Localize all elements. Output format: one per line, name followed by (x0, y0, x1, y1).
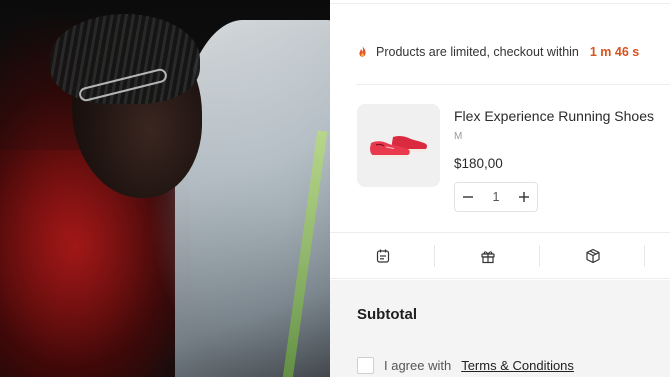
product-variant: M (454, 131, 463, 142)
increase-quantity-button[interactable] (511, 183, 537, 211)
product-price: $180,00 (454, 156, 503, 171)
subtotal-label: Subtotal (357, 306, 417, 323)
notice-text: Products are limited, checkout within (376, 45, 579, 59)
fire-icon (359, 45, 366, 57)
countdown-timer: 1 m 46 s (589, 45, 640, 59)
plus-icon (518, 192, 529, 202)
divider (356, 84, 670, 85)
shipping-estimate-button[interactable] (540, 233, 645, 278)
cart-tools-bar (330, 232, 670, 279)
note-icon (376, 249, 389, 263)
agree-text: I agree with (384, 358, 452, 373)
divider (644, 245, 645, 267)
decrease-quantity-button[interactable] (455, 183, 481, 211)
product-name[interactable]: Flex Experience Running Shoes (454, 108, 654, 124)
terms-agreement: I agree with Terms & Conditions (357, 357, 574, 374)
box-icon (585, 248, 600, 263)
terms-link[interactable]: Terms & Conditions (461, 358, 574, 373)
add-note-button[interactable] (330, 233, 435, 278)
product-thumbnail[interactable] (357, 104, 440, 187)
quantity-value[interactable]: 1 (493, 190, 500, 204)
add-gift-wrap-button[interactable] (435, 233, 540, 278)
gift-icon (480, 250, 495, 263)
terms-checkbox[interactable] (357, 357, 374, 374)
divider (330, 3, 670, 4)
minus-icon (463, 196, 473, 198)
order-summary: Subtotal I agree with Terms & Conditions (330, 280, 670, 377)
cart-panel: Products are limited, checkout within 1 … (330, 0, 670, 377)
hero-photo (0, 0, 330, 377)
quantity-stepper: 1 (454, 182, 538, 212)
checkout-timer-notice: Products are limited, checkout within 1 … (356, 45, 639, 59)
running-shoes-image (369, 135, 427, 158)
